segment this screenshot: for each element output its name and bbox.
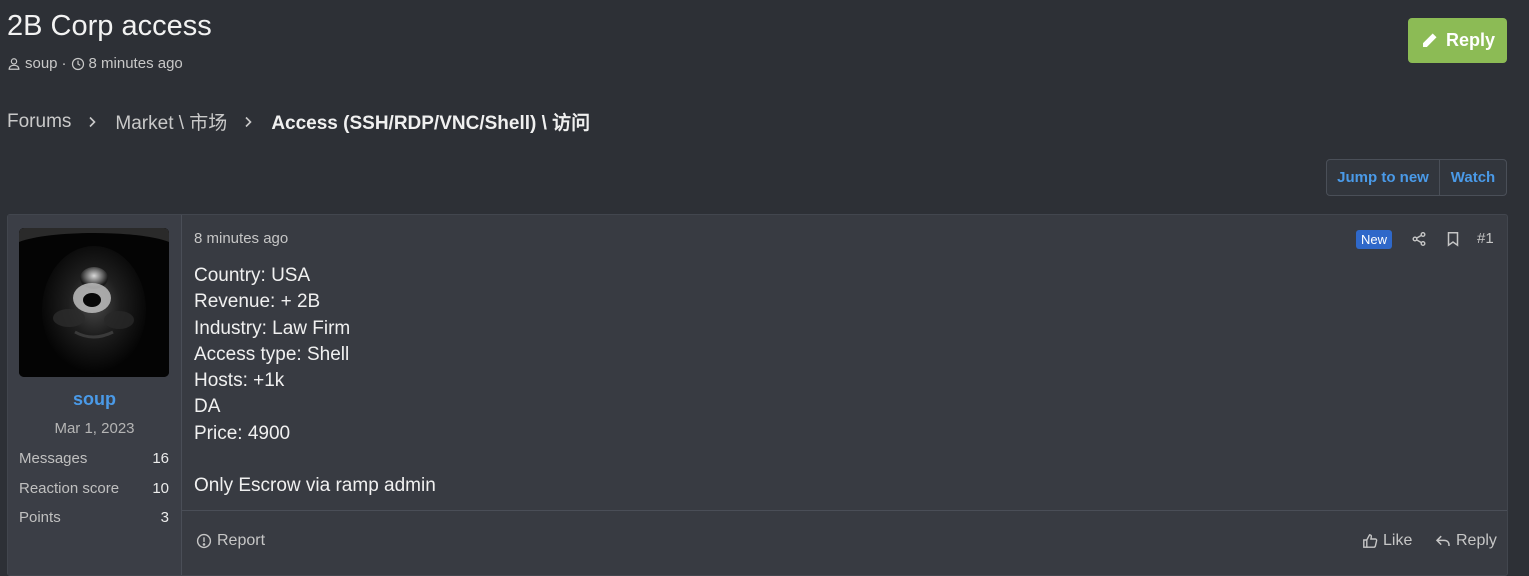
meta-separator: ·	[61, 55, 67, 72]
stat-reaction-score: Reaction score 10	[19, 480, 169, 497]
pencil-icon	[1423, 32, 1437, 47]
post-body-line: Hosts: +1k	[194, 370, 285, 391]
breadcrumb: Forums Market \ 市场 Access (SSH/RDP/VNC/S…	[7, 108, 590, 135]
post-body-line: Country: USA	[194, 265, 311, 286]
avatar-image	[19, 228, 169, 377]
thread-time-link[interactable]: 8 minutes ago	[89, 55, 183, 72]
breadcrumb-market[interactable]: Market \ 市场	[115, 108, 227, 135]
post-body-line: Price: 4900	[194, 423, 291, 444]
post-body-line: Access type: Shell	[194, 344, 350, 365]
post-reply-button[interactable]: Reply	[1435, 532, 1497, 550]
user-icon	[8, 57, 20, 70]
watch-button[interactable]: Watch	[1440, 160, 1506, 195]
join-date: Mar 1, 2023	[54, 420, 135, 437]
report-label: Report	[217, 532, 266, 549]
avatar[interactable]	[19, 228, 169, 377]
breadcrumb-forums[interactable]: Forums	[7, 111, 71, 133]
thread-title: 2B Corp access	[7, 10, 212, 42]
clock-icon	[71, 57, 84, 70]
stat-label: Reaction score	[19, 480, 120, 497]
breadcrumb-access[interactable]: Access (SSH/RDP/VNC/Shell) \ 访问	[271, 108, 590, 135]
thread-meta: soup · 8 minutes ago	[7, 55, 183, 72]
post-number[interactable]: #1	[1477, 230, 1494, 247]
post-card: soup Mar 1, 2023 Messages 16 Reaction sc…	[7, 214, 1508, 576]
report-button[interactable]: Report	[196, 532, 265, 550]
reply-button-label: Reply	[1445, 30, 1496, 50]
post-footer-divider	[182, 510, 1507, 511]
like-button[interactable]: Like	[1362, 532, 1412, 550]
jump-to-new-button[interactable]: Jump to new	[1327, 160, 1440, 195]
chevron-right-icon	[245, 116, 252, 127]
stat-value: 16	[152, 450, 169, 467]
reply-arrow-icon	[1435, 535, 1450, 546]
stat-value: 3	[160, 509, 169, 526]
stat-value: 10	[152, 480, 169, 497]
reply-button[interactable]: Reply	[1408, 18, 1507, 63]
post-reply-label: Reply	[1456, 532, 1497, 549]
new-badge: New	[1356, 230, 1393, 249]
thread-author-link[interactable]: soup	[25, 55, 58, 72]
stat-label: Messages	[19, 450, 88, 467]
post-body-line: Industry: Law Firm	[194, 318, 351, 339]
share-icon[interactable]	[1411, 231, 1427, 247]
stat-points: Points 3	[19, 509, 169, 526]
post-user-panel: soup Mar 1, 2023 Messages 16 Reaction sc…	[8, 215, 182, 575]
chevron-right-icon	[89, 116, 97, 127]
like-label: Like	[1383, 532, 1413, 549]
post-time[interactable]: 8 minutes ago	[194, 230, 288, 247]
post-body-line: DA	[194, 396, 221, 417]
post-body-line: Only Escrow via ramp admin	[194, 475, 436, 496]
bookmark-icon[interactable]	[1445, 231, 1461, 247]
thumbs-up-icon	[1363, 534, 1378, 548]
username[interactable]: soup	[8, 389, 181, 410]
stat-label: Points	[19, 509, 61, 526]
report-icon	[196, 533, 212, 549]
thread-tools: Jump to new Watch	[1326, 159, 1507, 196]
post-body-line: Revenue: + 2B	[194, 291, 321, 312]
stat-messages: Messages 16	[19, 450, 169, 467]
